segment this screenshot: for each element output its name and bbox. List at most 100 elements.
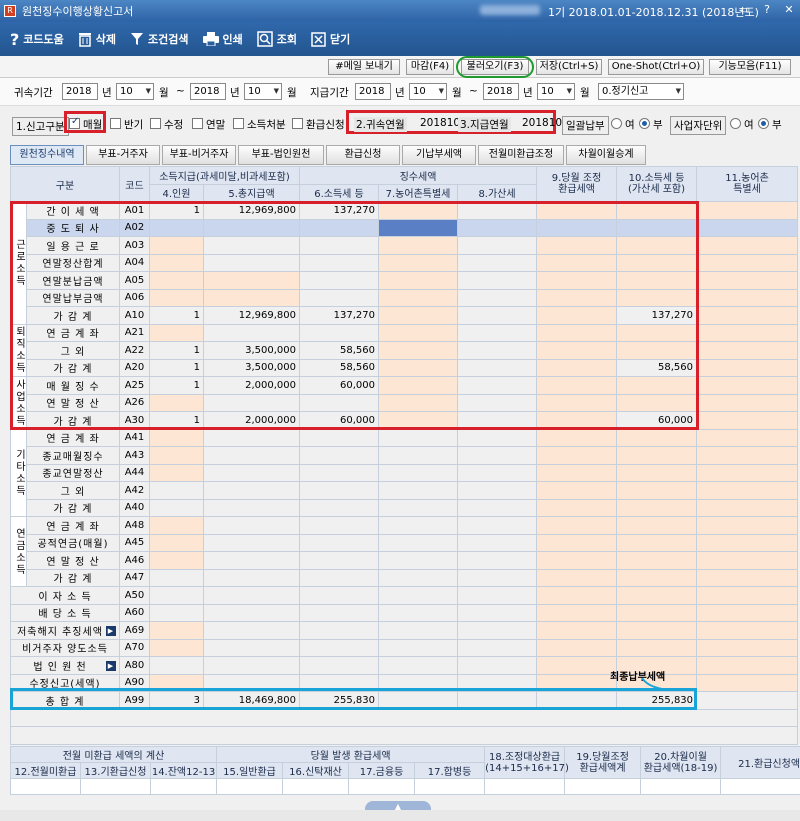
table-row[interactable]: 가 감 계 A47 (11, 568, 799, 587)
cell-c9[interactable] (536, 638, 618, 657)
cell-c9[interactable] (536, 446, 618, 465)
cell-c5[interactable] (203, 516, 300, 535)
cell-c6[interactable] (299, 603, 379, 622)
cell-c5[interactable] (203, 533, 300, 552)
table-row[interactable]: 비거주자 양도소득 A70 (10, 638, 799, 657)
cell-c5[interactable] (203, 621, 300, 640)
cell-c7[interactable] (378, 533, 458, 552)
cell-c9[interactable] (536, 428, 618, 447)
cell-c9[interactable] (536, 586, 618, 605)
cell-c7[interactable] (378, 586, 458, 605)
cell-c9[interactable] (536, 533, 618, 552)
cell-c8[interactable] (456, 603, 538, 622)
cell-c9[interactable] (536, 498, 618, 517)
cell-c8[interactable] (456, 586, 538, 605)
cell-c7[interactable] (378, 551, 458, 570)
cell-c5[interactable] (203, 551, 300, 570)
cell-c11[interactable] (696, 323, 799, 342)
cell-c5[interactable] (203, 656, 300, 675)
functions-button[interactable]: 기능모음(F11) (709, 59, 791, 75)
cell-c6[interactable] (299, 656, 379, 675)
cell-c4[interactable] (149, 568, 204, 587)
tab-carryover[interactable]: 차월이월승계 (566, 145, 646, 165)
cell-c7[interactable] (378, 516, 458, 535)
cell-c10[interactable] (616, 568, 698, 587)
bottom-cell[interactable] (80, 778, 151, 795)
view-button[interactable]: 조회 (257, 31, 297, 47)
cell-c5[interactable] (203, 463, 300, 482)
cell-c11[interactable] (696, 411, 799, 430)
cell-c4[interactable] (149, 428, 204, 447)
cell-c8[interactable] (456, 516, 538, 535)
cell-c11[interactable] (696, 393, 799, 412)
cell-c11[interactable] (696, 288, 799, 307)
cell-c11[interactable] (696, 376, 799, 395)
pay-from-year[interactable]: 2018 (355, 83, 391, 100)
bottom-cell[interactable] (484, 778, 566, 795)
print-button[interactable]: 인쇄 (202, 31, 243, 47)
cell-c10[interactable] (616, 533, 698, 552)
cell-c6[interactable] (299, 498, 379, 517)
cell-c10[interactable] (616, 638, 698, 657)
cell-c11[interactable] (696, 638, 799, 657)
cell-c5[interactable] (203, 638, 300, 657)
unit-no-radio[interactable] (758, 118, 769, 129)
tab-prev-unrefunded[interactable]: 전월미환급조정 (478, 145, 564, 165)
bottom-cell[interactable] (564, 778, 642, 795)
cell-c5[interactable] (203, 428, 300, 447)
cell-c4[interactable] (149, 481, 204, 500)
table-row[interactable]: 종교매월징수 A43 (11, 446, 799, 465)
expand-arrow-icon[interactable]: ▶ (106, 660, 116, 671)
cell-c6[interactable] (299, 551, 379, 570)
search-filter-button[interactable]: 조건검색 (130, 31, 189, 47)
cell-c7[interactable] (378, 446, 458, 465)
cell-c6[interactable] (299, 446, 379, 465)
cell-c4[interactable] (149, 551, 204, 570)
bottom-cell[interactable] (149, 778, 218, 795)
cell-c5[interactable] (203, 603, 300, 622)
cell-c10[interactable] (616, 481, 698, 500)
cell-c7[interactable] (378, 463, 458, 482)
delete-button[interactable]: 삭제 (78, 31, 116, 47)
cell-c4[interactable] (149, 621, 204, 640)
cell-c4[interactable] (149, 463, 204, 482)
table-row[interactable]: 배 당 소 득 A60 (10, 603, 799, 622)
cell-c11[interactable] (696, 481, 799, 500)
cell-c7[interactable] (378, 498, 458, 517)
cell-c8[interactable] (456, 446, 538, 465)
pay-to-month[interactable]: 10 (537, 83, 575, 100)
annual-checkbox[interactable] (192, 118, 203, 129)
cell-c11[interactable] (696, 673, 799, 692)
attr-to-year[interactable]: 2018 (190, 83, 226, 100)
cell-c7[interactable] (378, 656, 458, 675)
cell-c8[interactable] (456, 638, 538, 657)
cell-c11[interactable] (696, 446, 799, 465)
bottom-cell[interactable] (720, 778, 800, 795)
cell-c5[interactable] (203, 498, 300, 517)
cell-c9[interactable] (536, 603, 618, 622)
cell-c8[interactable] (456, 498, 538, 517)
bottom-cell[interactable] (10, 778, 81, 795)
cell-c6[interactable] (299, 481, 379, 500)
cell-c6[interactable] (299, 428, 379, 447)
cell-c11[interactable] (696, 551, 799, 570)
cell-c7[interactable] (378, 481, 458, 500)
table-row[interactable]: 연금소득 연 금 계 좌 A48 (10, 516, 799, 587)
cell-c9[interactable] (536, 463, 618, 482)
table-row[interactable]: 종교연말정산 A44 (11, 463, 799, 482)
cell-c9[interactable] (536, 656, 618, 675)
bottom-cell[interactable] (640, 778, 722, 795)
tab-prepaid[interactable]: 기납부세액 (402, 145, 476, 165)
half-checkbox[interactable] (110, 118, 121, 129)
cell-c11[interactable] (696, 498, 799, 517)
cell-c4[interactable] (149, 498, 204, 517)
cell-c6[interactable] (299, 463, 379, 482)
cell-c10[interactable] (616, 603, 698, 622)
cell-c10[interactable] (616, 551, 698, 570)
cell-c11[interactable] (696, 533, 799, 552)
cell-c11[interactable] (696, 218, 799, 237)
cell-c9[interactable] (536, 481, 618, 500)
cell-c11[interactable] (696, 306, 799, 325)
book-icon[interactable]: ▭ (738, 3, 752, 17)
cell-c11[interactable] (696, 341, 799, 360)
